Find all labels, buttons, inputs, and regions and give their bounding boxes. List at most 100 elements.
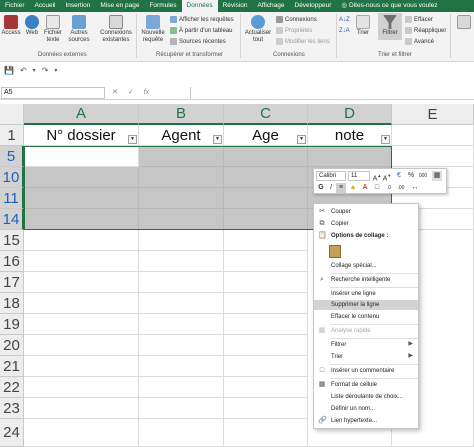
row-header-15[interactable]: 15 [0, 230, 24, 251]
tab-revision[interactable]: Révision [218, 0, 253, 12]
function-icon[interactable]: fx [144, 89, 149, 96]
merge-center-icon[interactable]: ↔ [410, 183, 420, 193]
empty-cell[interactable] [224, 377, 308, 398]
cell-d1[interactable]: note ▼ [308, 125, 392, 146]
empty-cell[interactable] [139, 230, 224, 251]
menu-item-effacer-contenu[interactable]: Effacer le contenu [314, 312, 418, 322]
empty-cell[interactable] [139, 398, 224, 419]
italic-icon[interactable]: I [326, 183, 336, 193]
empty-cell[interactable] [224, 314, 308, 335]
paste-icon[interactable] [329, 244, 341, 258]
a-partir-tableau-button[interactable]: À partir d'un tableau [170, 26, 233, 35]
row-header-14[interactable]: 14 [0, 209, 24, 230]
empty-cell[interactable] [224, 356, 308, 377]
tab-insertion[interactable]: Insertion [60, 0, 95, 12]
row-header-11[interactable]: 11 [0, 188, 24, 209]
menu-item-format-cellule[interactable]: ▦ Format de cellule [314, 380, 418, 390]
row-header-18[interactable]: 18 [0, 293, 24, 314]
row-header-16[interactable]: 16 [0, 251, 24, 272]
row-header-20[interactable]: 20 [0, 335, 24, 356]
row-header-17[interactable]: 17 [0, 272, 24, 293]
thousands-icon[interactable]: 000 [418, 171, 428, 181]
avance-button[interactable]: Avancé [405, 37, 434, 46]
menu-item-inserer-ligne[interactable]: Insérer une ligne [314, 289, 418, 299]
connexions-button[interactable]: Connexions [276, 15, 317, 24]
tab-developpeur[interactable]: Développeur [290, 0, 337, 12]
cell-a10[interactable] [24, 167, 139, 188]
cell-b10[interactable] [139, 167, 224, 188]
column-header-e[interactable]: E [392, 104, 474, 125]
empty-cell[interactable] [139, 293, 224, 314]
menu-item-filtrer[interactable]: Filtrer ▶ [314, 340, 418, 350]
borders-icon[interactable]: □ [372, 183, 382, 193]
cell-e5[interactable] [392, 146, 474, 167]
decrease-decimal-icon[interactable]: .00 [396, 183, 406, 193]
font-name-select[interactable]: Calibri [316, 171, 346, 181]
cell-c5[interactable] [224, 146, 308, 167]
filtrer-button[interactable]: Filtrer [378, 13, 402, 40]
empty-cell[interactable] [224, 398, 308, 419]
cell-b11[interactable] [139, 188, 224, 209]
connexions-existantes-button[interactable]: Connexions existantes [98, 15, 134, 44]
empty-cell[interactable] [24, 356, 139, 377]
cell-c11[interactable] [224, 188, 308, 209]
tell-me-box[interactable]: ◎ Dites-nous ce que vous voulez [336, 0, 442, 12]
cell-b1[interactable]: Agent ▼ [139, 125, 224, 146]
row-header-19[interactable]: 19 [0, 314, 24, 335]
menu-item-liste-deroulante[interactable]: Liste déroulante de choix... [314, 392, 418, 402]
tab-formules[interactable]: Formules [144, 0, 181, 12]
access-button[interactable]: Access [1, 15, 21, 37]
cell-a1[interactable]: N° dossier ▼ [24, 125, 139, 146]
empty-cell[interactable] [139, 377, 224, 398]
undo-dropdown-icon[interactable]: ▾ [33, 67, 36, 74]
empty-cell[interactable] [24, 272, 139, 293]
formula-input[interactable] [190, 87, 474, 99]
empty-cell[interactable] [139, 251, 224, 272]
empty-cell[interactable] [24, 398, 139, 419]
decrease-font-icon[interactable]: A▼ [382, 171, 392, 182]
cell-b14[interactable] [139, 209, 224, 230]
align-center-icon[interactable]: ≡ [336, 183, 346, 193]
cell-d5[interactable] [308, 146, 392, 167]
empty-cell[interactable] [24, 377, 139, 398]
filter-dropdown-icon[interactable]: ▼ [297, 135, 306, 144]
cancel-icon[interactable]: ✕ [112, 89, 118, 96]
save-icon[interactable]: 💾 [4, 66, 14, 75]
row-header-22[interactable]: 22 [0, 377, 24, 398]
sources-recentes-button[interactable]: Sources récentes [170, 37, 226, 46]
tab-affichage[interactable]: Affichage [253, 0, 290, 12]
empty-cell[interactable] [224, 272, 308, 293]
empty-cell[interactable] [24, 251, 139, 272]
sort-az-button[interactable]: A↓Z [339, 15, 350, 24]
menu-item-couper[interactable]: ✂ Couper [314, 207, 418, 217]
empty-cell[interactable] [139, 419, 224, 447]
empty-cell[interactable] [139, 314, 224, 335]
menu-item-analyse-rapide[interactable]: ▦ Analyse rapide [314, 326, 418, 336]
web-button[interactable]: Web [23, 15, 41, 37]
bold-icon[interactable]: G [316, 183, 326, 193]
afficher-requetes-button[interactable]: Afficher les requêtes [170, 15, 234, 24]
column-header-c[interactable]: C [224, 104, 308, 125]
row-header-23[interactable]: 23 [0, 398, 24, 419]
filter-dropdown-icon[interactable]: ▼ [128, 135, 137, 144]
cell-c14[interactable] [224, 209, 308, 230]
row-header-24[interactable]: 24 [0, 419, 24, 447]
filter-dropdown-icon[interactable]: ▼ [381, 135, 390, 144]
column-header-d[interactable]: D [308, 104, 392, 125]
format-painter-icon[interactable]: ▦ [432, 171, 442, 181]
cell-a5-active[interactable] [24, 146, 139, 167]
menu-item-supprimer-ligne[interactable]: Supprimer la ligne [314, 300, 418, 310]
effacer-button[interactable]: Effacer [405, 15, 433, 24]
select-all-corner[interactable] [0, 104, 24, 125]
empty-cell[interactable] [139, 335, 224, 356]
row-header-10[interactable]: 10 [0, 167, 24, 188]
menu-item-recherche-intelligente[interactable]: ⌕ Recherche intelligente [314, 275, 418, 285]
tab-accueil[interactable]: Accueil [30, 0, 61, 12]
currency-icon[interactable]: € [394, 171, 404, 181]
increase-decimal-icon[interactable]: .0 [384, 183, 394, 193]
menu-item-collage-special[interactable]: Collage spécial... [314, 261, 418, 271]
font-color-icon[interactable]: A [360, 183, 370, 193]
empty-cell[interactable] [139, 356, 224, 377]
actualiser-tout-button[interactable]: Actualiser tout [243, 15, 273, 44]
enter-icon[interactable]: ✓ [128, 89, 134, 96]
